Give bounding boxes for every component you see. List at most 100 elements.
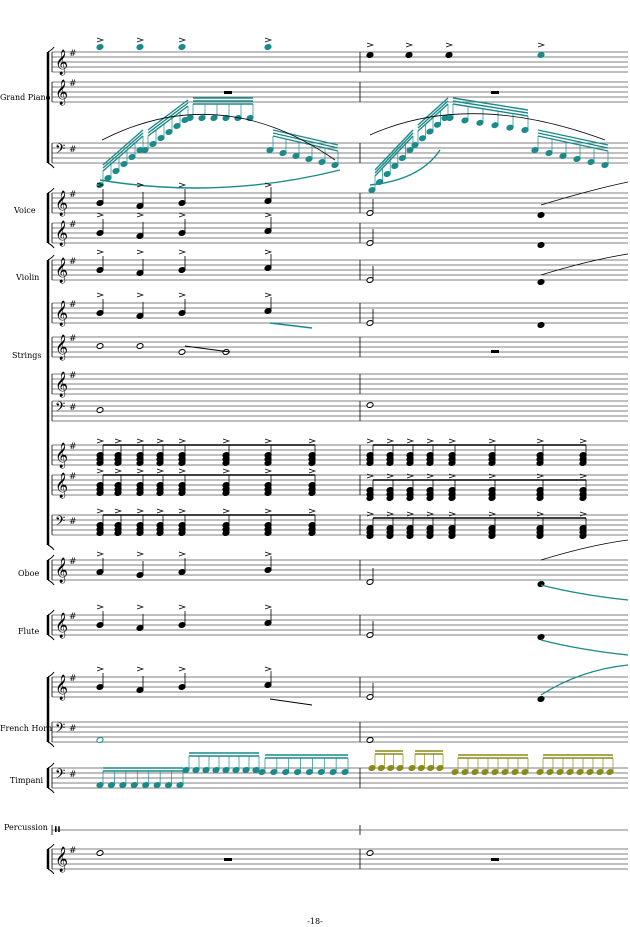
beam	[272, 135, 339, 152]
accent-mark	[448, 473, 457, 479]
accent-mark	[488, 473, 497, 479]
accent-mark	[136, 468, 145, 474]
sharp-icon: #	[69, 442, 77, 452]
accent-mark	[156, 468, 165, 474]
accent-mark	[96, 508, 105, 514]
note-head	[537, 241, 545, 249]
treble-clef-icon: 𝄞	[55, 300, 68, 326]
accent-mark	[222, 438, 231, 444]
accent-mark	[579, 511, 588, 517]
accent-mark	[178, 666, 187, 672]
treble-clef-icon: 𝄞	[55, 674, 68, 700]
accent-mark	[448, 511, 457, 517]
treble-clef-icon: 𝄞	[55, 371, 68, 397]
note-head	[96, 342, 104, 350]
accent-mark	[308, 508, 317, 514]
accent-mark	[579, 473, 588, 479]
note-head	[366, 849, 374, 857]
sharp-icon: #	[69, 403, 77, 413]
accent-mark	[136, 292, 145, 298]
treble-clef-icon: 𝄞	[55, 846, 68, 872]
accent-mark	[366, 42, 375, 48]
accent-mark	[136, 604, 145, 610]
accent-mark	[222, 508, 231, 514]
slur	[99, 169, 341, 189]
accent-mark	[156, 438, 165, 444]
note-head	[96, 43, 104, 51]
accent-mark	[96, 37, 105, 43]
beam	[537, 135, 609, 152]
beam	[452, 100, 529, 114]
treble-clef-icon: 𝄞	[55, 612, 68, 638]
treble-clef-icon: 𝄞	[55, 334, 68, 360]
accent-mark	[386, 473, 395, 479]
whole-rest	[491, 858, 499, 861]
note-head	[537, 633, 545, 641]
slur	[369, 113, 606, 141]
accent-mark	[405, 42, 414, 48]
whole-rest	[224, 858, 232, 861]
accent-mark	[264, 212, 273, 218]
beam	[147, 102, 189, 134]
accent-mark	[406, 511, 415, 517]
sharp-icon: #	[69, 371, 77, 381]
sharp-icon: #	[69, 145, 77, 155]
sharp-icon: #	[69, 557, 77, 567]
slur	[540, 253, 629, 276]
accent-mark	[536, 511, 545, 517]
sharp-icon: #	[69, 257, 77, 267]
accent-mark	[114, 468, 123, 474]
whole-rest	[491, 350, 499, 353]
accent-mark	[386, 511, 395, 517]
accent-mark	[156, 508, 165, 514]
sharp-icon: #	[69, 612, 77, 622]
bass-clef-icon: 𝄢	[55, 399, 65, 418]
score-page: 𝄞 #𝄞 #𝄢 #𝄞 #𝄞 #𝄞 #𝄞 #𝄞 #𝄞 #𝄢 #𝄞 #𝄞 #𝄢 #𝄞 #𝄞 #𝄞 #𝄢 #𝄢 #𝄥𝄞 #	[46, 37, 629, 875]
accent-mark	[366, 511, 375, 517]
accent-mark	[178, 212, 187, 218]
accent-mark	[96, 551, 105, 557]
accent-mark	[445, 42, 454, 48]
slur	[540, 181, 629, 206]
note-head	[537, 695, 545, 703]
accent-mark	[136, 37, 145, 43]
accent-mark	[536, 473, 545, 479]
note-head	[136, 342, 144, 350]
note-head	[366, 401, 374, 409]
accent-mark	[96, 468, 105, 474]
sharp-icon: #	[69, 220, 77, 230]
beam	[537, 132, 609, 149]
note-head	[136, 43, 144, 51]
accent-mark	[366, 473, 375, 479]
accent-mark	[264, 666, 273, 672]
accent-mark	[537, 42, 546, 48]
accent-mark	[264, 551, 273, 557]
note-head	[537, 278, 545, 286]
note-head	[366, 736, 374, 744]
treble-clef-icon: 𝄞	[55, 79, 68, 105]
sharp-icon: #	[69, 517, 77, 527]
beam	[269, 698, 313, 706]
accent-mark	[222, 468, 231, 474]
note-head	[537, 321, 545, 329]
sharp-icon: #	[69, 472, 77, 482]
note-head	[405, 51, 413, 59]
accent-mark	[178, 468, 187, 474]
sharp-icon: #	[69, 49, 77, 59]
glissando	[540, 584, 629, 601]
percussion-clef-icon: 𝄥	[55, 820, 60, 839]
accent-mark	[426, 473, 435, 479]
sharp-icon: #	[69, 79, 77, 89]
accent-mark	[136, 666, 145, 672]
accent-mark	[264, 468, 273, 474]
accent-mark	[264, 508, 273, 514]
accent-mark	[488, 511, 497, 517]
bass-clef-icon: 𝄢	[55, 720, 65, 739]
accent-mark	[426, 438, 435, 444]
accent-mark	[264, 292, 273, 298]
accent-mark	[178, 182, 187, 188]
treble-clef-icon: 𝄞	[55, 557, 68, 583]
accent-mark	[178, 551, 187, 557]
accent-mark	[114, 438, 123, 444]
note-head	[178, 348, 186, 356]
